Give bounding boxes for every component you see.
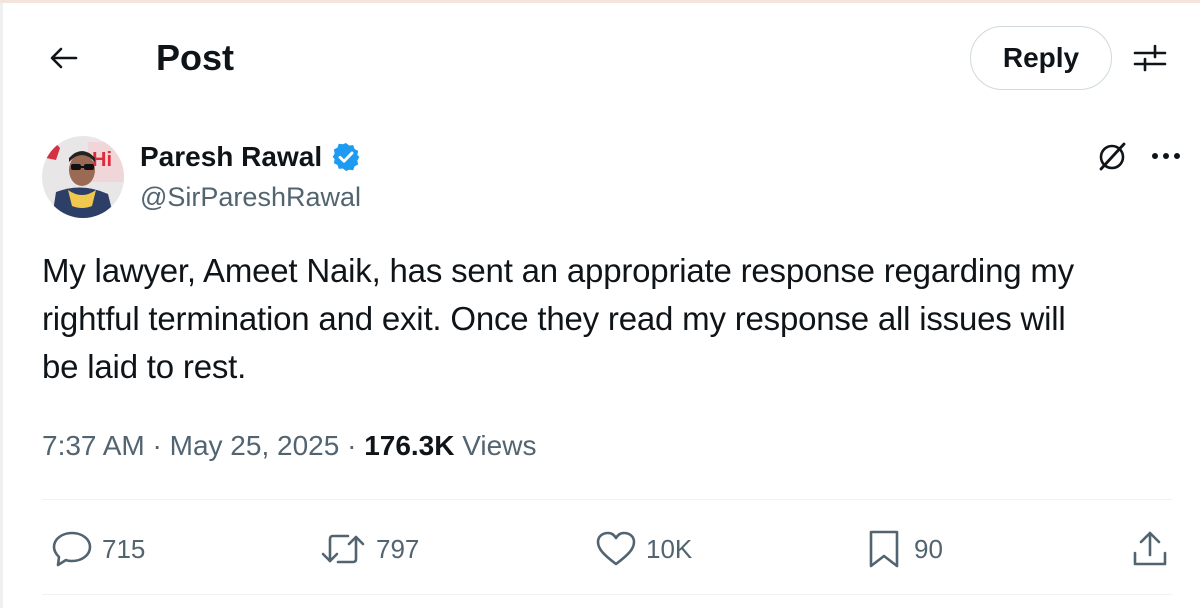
reply-button[interactable]: Reply (970, 26, 1112, 90)
bookmark-icon (869, 530, 899, 568)
verified-badge-icon (332, 143, 360, 171)
grok-button[interactable] (1090, 136, 1134, 176)
like-count: 10K (646, 533, 693, 564)
divider (42, 594, 1172, 595)
tweet-text-line: My lawyer, Ameet Naik, has sent an appro… (42, 252, 1074, 289)
repost-count: 797 (376, 533, 420, 564)
reply-icon (52, 531, 92, 567)
views-count: 176.3K (364, 430, 455, 461)
reply-action[interactable]: 715 (50, 524, 145, 574)
bookmark-action[interactable]: 90 (862, 524, 943, 574)
more-options-button[interactable] (1144, 136, 1188, 176)
divider (42, 499, 1172, 500)
reply-count: 715 (102, 533, 146, 564)
tweet-meta: 7:37 AM · May 25, 2025 · 176.3K Views (42, 426, 536, 466)
grok-icon (1099, 142, 1126, 171)
share-button[interactable] (1128, 524, 1172, 574)
tweet-text: My lawyer, Ameet Naik, has sent an appro… (42, 247, 1172, 391)
repost-action[interactable]: 797 (318, 524, 419, 574)
more-horizontal-icon (1152, 153, 1180, 159)
meta-separator: · (339, 430, 365, 461)
author-display-name[interactable]: Paresh Rawal (140, 140, 322, 174)
reply-settings-button[interactable] (1126, 38, 1174, 78)
tweet-text-line: be laid to rest. (42, 348, 247, 385)
views-label: Views (462, 430, 537, 461)
page-title: Post (156, 37, 235, 78)
avatar[interactable]: Hi (42, 136, 124, 218)
share-icon (1133, 531, 1167, 566)
tweet-time[interactable]: 7:37 AM (42, 430, 145, 461)
bookmark-count: 90 (914, 533, 943, 564)
author-name-row: Paresh Rawal (140, 140, 362, 174)
back-button[interactable] (40, 38, 88, 78)
author-handle[interactable]: @SirPareshRawal (140, 180, 361, 214)
like-action[interactable]: 10K (594, 524, 692, 574)
repost-icon (321, 534, 365, 564)
tweet-date[interactable]: May 25, 2025 (170, 430, 340, 461)
arrow-left-icon (50, 47, 78, 69)
meta-separator: · (144, 430, 170, 461)
page-header: Post Reply (0, 20, 1200, 96)
tweet-text-line: rightful termination and exit. Once they… (42, 300, 1066, 337)
window-top-border (0, 0, 1200, 3)
sliders-icon (1133, 44, 1167, 72)
heart-icon (596, 531, 636, 566)
